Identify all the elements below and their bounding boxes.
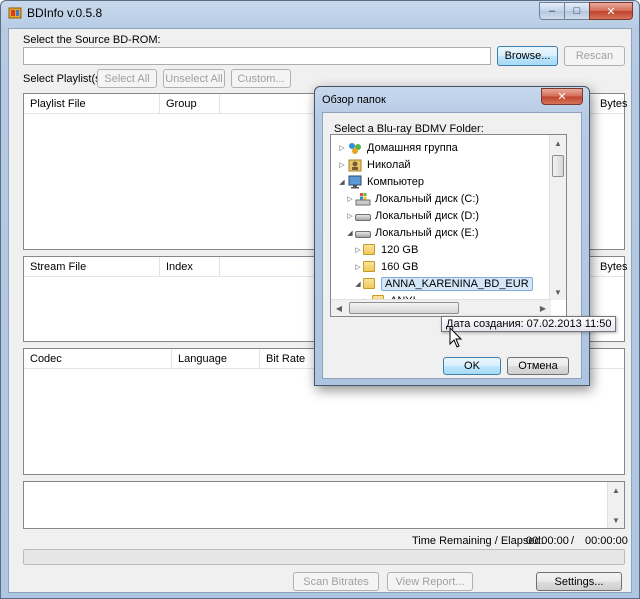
scroll-right-icon[interactable]: ▶ (535, 300, 551, 316)
dialog-cancel-button[interactable]: Отмена (507, 357, 569, 375)
collapse-icon[interactable]: ◢ (337, 178, 347, 186)
scroll-up-icon[interactable]: ▲ (550, 135, 566, 151)
user-icon (348, 159, 362, 171)
tree-item-drive-e[interactable]: ◢ Локальный диск (E:) (345, 224, 479, 241)
expand-icon[interactable]: ▷ (353, 263, 363, 271)
title-bar[interactable]: BDInfo v.0.5.8 – □ ✕ (1, 1, 639, 25)
hscroll-thumb[interactable] (349, 302, 459, 314)
expand-icon[interactable]: ▷ (345, 212, 355, 220)
close-button[interactable]: ✕ (589, 2, 633, 20)
tree-item-anna-karenina[interactable]: ◢ ANNA_KARENINA_BD_EUR (353, 275, 533, 292)
scroll-down-icon[interactable]: ▼ (608, 512, 624, 528)
browse-button[interactable]: Browse... (497, 46, 558, 66)
scroll-thumb[interactable] (552, 155, 564, 177)
time-separator: / (571, 535, 575, 547)
col-group[interactable]: Group (160, 94, 220, 114)
tree-label: Домашняя группа (367, 141, 458, 154)
folder-icon (363, 261, 375, 272)
expand-icon[interactable]: ▷ (353, 246, 363, 254)
report-scrollbar[interactable]: ▲ ▼ (607, 482, 624, 528)
tree-label: Николай (367, 158, 411, 171)
expand-icon[interactable]: ▷ (337, 144, 347, 152)
time-remaining: 00:00:00 (526, 535, 569, 547)
source-label: Select the Source BD-ROM: (23, 34, 161, 46)
col-bytes[interactable]: Bytes (594, 94, 628, 114)
col-index[interactable]: Index (160, 257, 220, 277)
tree-label: Компьютер (367, 175, 424, 188)
dialog-close-button[interactable]: ✕ (541, 88, 583, 105)
settings-button[interactable]: Settings... (536, 572, 622, 591)
tree-label: Локальный диск (D:) (375, 209, 480, 222)
maximize-button[interactable]: □ (564, 2, 590, 20)
dialog-title: Обзор папок (322, 94, 386, 106)
collapse-icon[interactable]: ◢ (345, 229, 355, 237)
tree-label: ANNA_KARENINA_BD_EUR (381, 276, 533, 291)
tree-label: 160 GB (381, 260, 419, 273)
time-label: Time Remaining / Elapsed: (412, 535, 544, 547)
tree-item-120gb[interactable]: ▷ 120 GB (353, 241, 418, 258)
custom-button[interactable]: Custom... (231, 69, 291, 88)
computer-icon (348, 175, 362, 188)
col-language[interactable]: Language (172, 349, 260, 369)
tree-item-homegroup[interactable]: ▷ Домашняя группа (337, 139, 458, 156)
col-playlist-file[interactable]: Playlist File (24, 94, 160, 114)
drive-icon (355, 214, 371, 221)
expand-icon[interactable]: ▷ (345, 195, 355, 203)
playlists-label: Select Playlist(s): (23, 73, 108, 85)
tree-hscrollbar[interactable]: ◀ ▶ (331, 299, 551, 316)
minimize-button[interactable]: – (539, 2, 565, 20)
mouse-cursor-icon (449, 327, 463, 348)
scroll-down-icon[interactable]: ▼ (550, 284, 566, 300)
tree-label: Локальный диск (E:) (375, 226, 479, 239)
tree-item-computer[interactable]: ◢ Компьютер (337, 173, 424, 190)
folder-tree[interactable]: ▷ Домашняя группа ▷ Николай ◢ Компьютер … (330, 134, 567, 317)
source-path-input[interactable] (23, 47, 491, 65)
expand-icon[interactable]: ▷ (337, 161, 347, 169)
view-report-button[interactable]: View Report... (387, 572, 473, 591)
dialog-ok-button[interactable]: OK (443, 357, 501, 375)
collapse-icon[interactable]: ◢ (353, 280, 363, 288)
select-all-button[interactable]: Select All (97, 69, 157, 88)
tree-item-drive-c[interactable]: ▷ Локальный диск (C:) (345, 190, 479, 207)
tree-item-user[interactable]: ▷ Николай (337, 156, 411, 173)
col-stream-file[interactable]: Stream File (24, 257, 160, 277)
unselect-all-button[interactable]: Unselect All (163, 69, 225, 88)
rescan-button[interactable]: Rescan (564, 46, 625, 66)
col-codec[interactable]: Codec (24, 349, 172, 369)
window-title: BDInfo v.0.5.8 (27, 6, 103, 20)
scan-bitrates-button[interactable]: Scan Bitrates (293, 572, 379, 591)
col-bit-rate[interactable]: Bit Rate (260, 349, 320, 369)
windows-drive-icon (355, 192, 371, 205)
report-textbox[interactable]: ▲ ▼ (23, 481, 625, 529)
tree-label: 120 GB (381, 243, 419, 256)
drive-icon (355, 231, 371, 238)
homegroup-icon (349, 142, 361, 154)
folder-tooltip: Дата создания: 07.02.2013 11:50 (441, 316, 617, 332)
tree-label: Локальный диск (C:) (375, 192, 480, 205)
time-elapsed: 00:00:00 (585, 535, 628, 547)
bdinfo-app-icon (8, 7, 22, 19)
scan-progress-bar (23, 549, 625, 565)
scroll-up-icon[interactable]: ▲ (608, 482, 624, 498)
tree-item-160gb[interactable]: ▷ 160 GB (353, 258, 418, 275)
folder-icon (363, 278, 375, 289)
folder-icon (363, 244, 375, 255)
col-stream-bytes[interactable]: Bytes (594, 257, 628, 277)
tree-vscrollbar[interactable]: ▲ ▼ (549, 135, 566, 300)
scroll-left-icon[interactable]: ◀ (331, 300, 347, 316)
tree-item-drive-d[interactable]: ▷ Локальный диск (D:) (345, 207, 479, 224)
